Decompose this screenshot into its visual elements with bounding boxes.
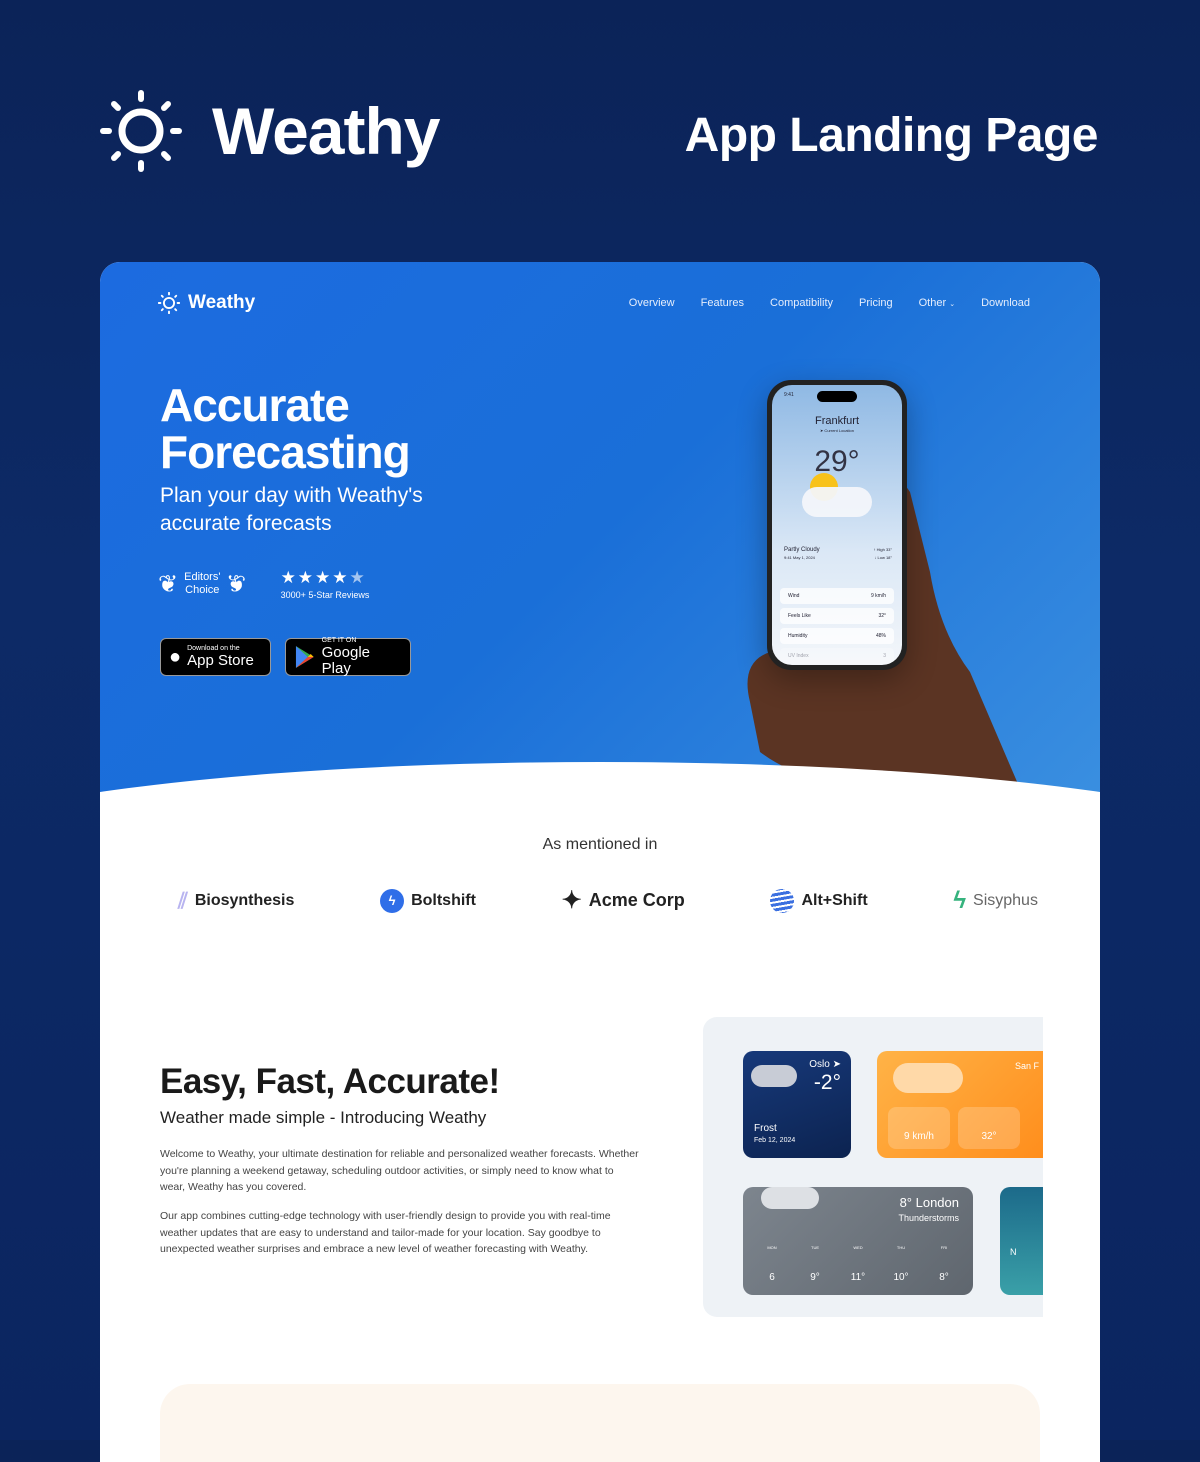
hero-subtitle: Plan your day with Weathy's accurate for… bbox=[160, 484, 423, 535]
mention-logos: ⫽ Biosynthesis ϟ Boltshift ✦ Acme Corp Alt+… bbox=[178, 886, 1038, 915]
appstore-big: App Store bbox=[187, 652, 254, 669]
phone-row-wind: Wind 9 km/h bbox=[780, 588, 894, 604]
phone-screen: 9:41 Frankfurt ➤ Current Location 29° Pa… bbox=[772, 385, 902, 665]
globe-lines-icon bbox=[770, 888, 795, 913]
widget-oslo: Oslo ➤ -2° Frost Feb 12, 2024 bbox=[743, 1051, 851, 1158]
phone-location: ➤ Current Location bbox=[819, 428, 855, 433]
apple-icon: ● bbox=[169, 645, 182, 668]
laurel-right-icon: ❦ bbox=[226, 570, 247, 598]
award-line2: Choice bbox=[185, 584, 220, 596]
logo-boltshift: ϟ Boltshift bbox=[380, 888, 476, 913]
nav-compatibility[interactable]: Compatibility bbox=[770, 297, 833, 309]
reviews-count: 3000+ 5-Star Reviews bbox=[280, 590, 370, 600]
widget-new-york: N bbox=[1000, 1187, 1043, 1295]
hero-title: Accurate Forecasting bbox=[160, 379, 411, 478]
chevron-down-icon: ⌄ bbox=[949, 301, 956, 308]
google-play-button[interactable]: GET IT ON Google Play bbox=[285, 637, 411, 677]
sf-temp: 32° bbox=[958, 1107, 1020, 1149]
landing-page-preview: Weathy Overview Features Compatibility P… bbox=[100, 262, 1100, 1462]
nav-other[interactable]: Other ⌄ bbox=[919, 297, 955, 309]
nav-pricing[interactable]: Pricing bbox=[859, 297, 893, 309]
phone-mockup: 9:41 Frankfurt ➤ Current Location 29° Pa… bbox=[767, 380, 907, 670]
cloud-shape bbox=[802, 487, 872, 517]
about-paragraph-2: Our app combines cutting-edge technology… bbox=[160, 1210, 611, 1255]
phone-condition: Partly Cloudy bbox=[784, 547, 820, 553]
phone-time: 9:41 bbox=[784, 392, 794, 398]
rating: ★★★★★ 3000+ 5-Star Reviews bbox=[281, 568, 370, 600]
nav-features[interactable]: Features bbox=[701, 297, 744, 309]
about-paragraph-1: Welcome to Weathy, your ultimate destina… bbox=[160, 1148, 639, 1193]
hero: Weathy Overview Features Compatibility P… bbox=[100, 262, 1100, 802]
phone-temp: 29° bbox=[814, 445, 860, 478]
sun-icon bbox=[100, 90, 182, 172]
widgets-panel: Oslo ➤ -2° Frost Feb 12, 2024 San F 9 km… bbox=[703, 1017, 1043, 1317]
award-line1: Editors' bbox=[184, 571, 221, 583]
nav-menu: Overview Features Compatibility Pricing … bbox=[629, 297, 1030, 309]
stripes-icon: ⫽ bbox=[178, 887, 188, 913]
phone-low: ↓ Low 18° bbox=[874, 555, 892, 560]
widget-london: 8° London Thunderstorms MON 6 TUE 9° WED 11… bbox=[743, 1187, 973, 1295]
nav-logo[interactable]: Weathy bbox=[158, 292, 255, 314]
sun-icon bbox=[158, 292, 180, 314]
bolt-icon: ϟ bbox=[380, 888, 405, 913]
phone-high: ↑ High 33° bbox=[873, 547, 893, 552]
nav-other-label: Other bbox=[918, 297, 947, 309]
sf-wind: 9 km/h bbox=[888, 1107, 950, 1149]
store-buttons: ● Download on the App Store GET IT ON Goog… bbox=[160, 637, 411, 677]
logo-biosynthesis: ⫽ Biosynthesis bbox=[178, 887, 295, 913]
stars-icon: ★★★★ bbox=[280, 568, 350, 587]
sparkle-icon: ✦ bbox=[561, 887, 582, 914]
laurel-left-icon: ❦ bbox=[158, 570, 179, 598]
london-forecast: MON 6 TUE 9° WED 11° THU 10° FRI 8° bbox=[767, 1245, 949, 1283]
next-section bbox=[160, 1384, 1040, 1462]
app-store-button[interactable]: ● Download on the App Store bbox=[160, 638, 271, 676]
phone-row-uv: UV Index 3 bbox=[780, 648, 894, 664]
phone-row-feels: Feels Like 32° bbox=[780, 608, 894, 624]
gplay-big: Google Play bbox=[321, 644, 371, 677]
phone-date: 9:41 May 1, 2024 bbox=[784, 555, 815, 560]
nav-download[interactable]: Download bbox=[981, 297, 1030, 309]
tagline: App Landing Page bbox=[684, 109, 1099, 162]
widget-san-francisco: San F 9 km/h 32° bbox=[877, 1051, 1043, 1158]
logo-alt-shift: Alt+Shift bbox=[770, 888, 868, 913]
brand: Weathy bbox=[100, 90, 441, 172]
about-title: Easy, Fast, Accurate! bbox=[160, 1062, 500, 1101]
badges: ❦ Editors' Choice ❦ ★★★★★ 3000+ 5-Star Re… bbox=[158, 568, 369, 600]
thunderstorm-icon bbox=[761, 1187, 819, 1209]
half-star-icon: ★ bbox=[349, 568, 367, 587]
nav-overview[interactable]: Overview bbox=[629, 297, 675, 309]
logo-acme-corp: ✦ Acme Corp bbox=[561, 887, 685, 914]
logo-sisyphus: ϟ Sisyphus bbox=[953, 886, 1038, 914]
nav-logo-text: Weathy bbox=[188, 292, 256, 313]
cloud-moon-icon bbox=[751, 1065, 797, 1087]
phone-city: Frankfurt bbox=[814, 415, 859, 427]
mentions-title: As mentioned in bbox=[542, 836, 658, 853]
about-subtitle: Weather made simple - Introducing Weathy bbox=[160, 1108, 487, 1127]
editors-choice-badge: ❦ Editors' Choice ❦ bbox=[158, 570, 247, 598]
bolt-green-icon: ϟ bbox=[953, 886, 967, 914]
phone-row-humidity: Humidity 48% bbox=[780, 628, 894, 644]
dynamic-island bbox=[817, 391, 857, 402]
brand-name: Weathy bbox=[212, 94, 441, 168]
cloud-sun-icon bbox=[893, 1063, 963, 1093]
google-play-icon bbox=[295, 646, 314, 668]
